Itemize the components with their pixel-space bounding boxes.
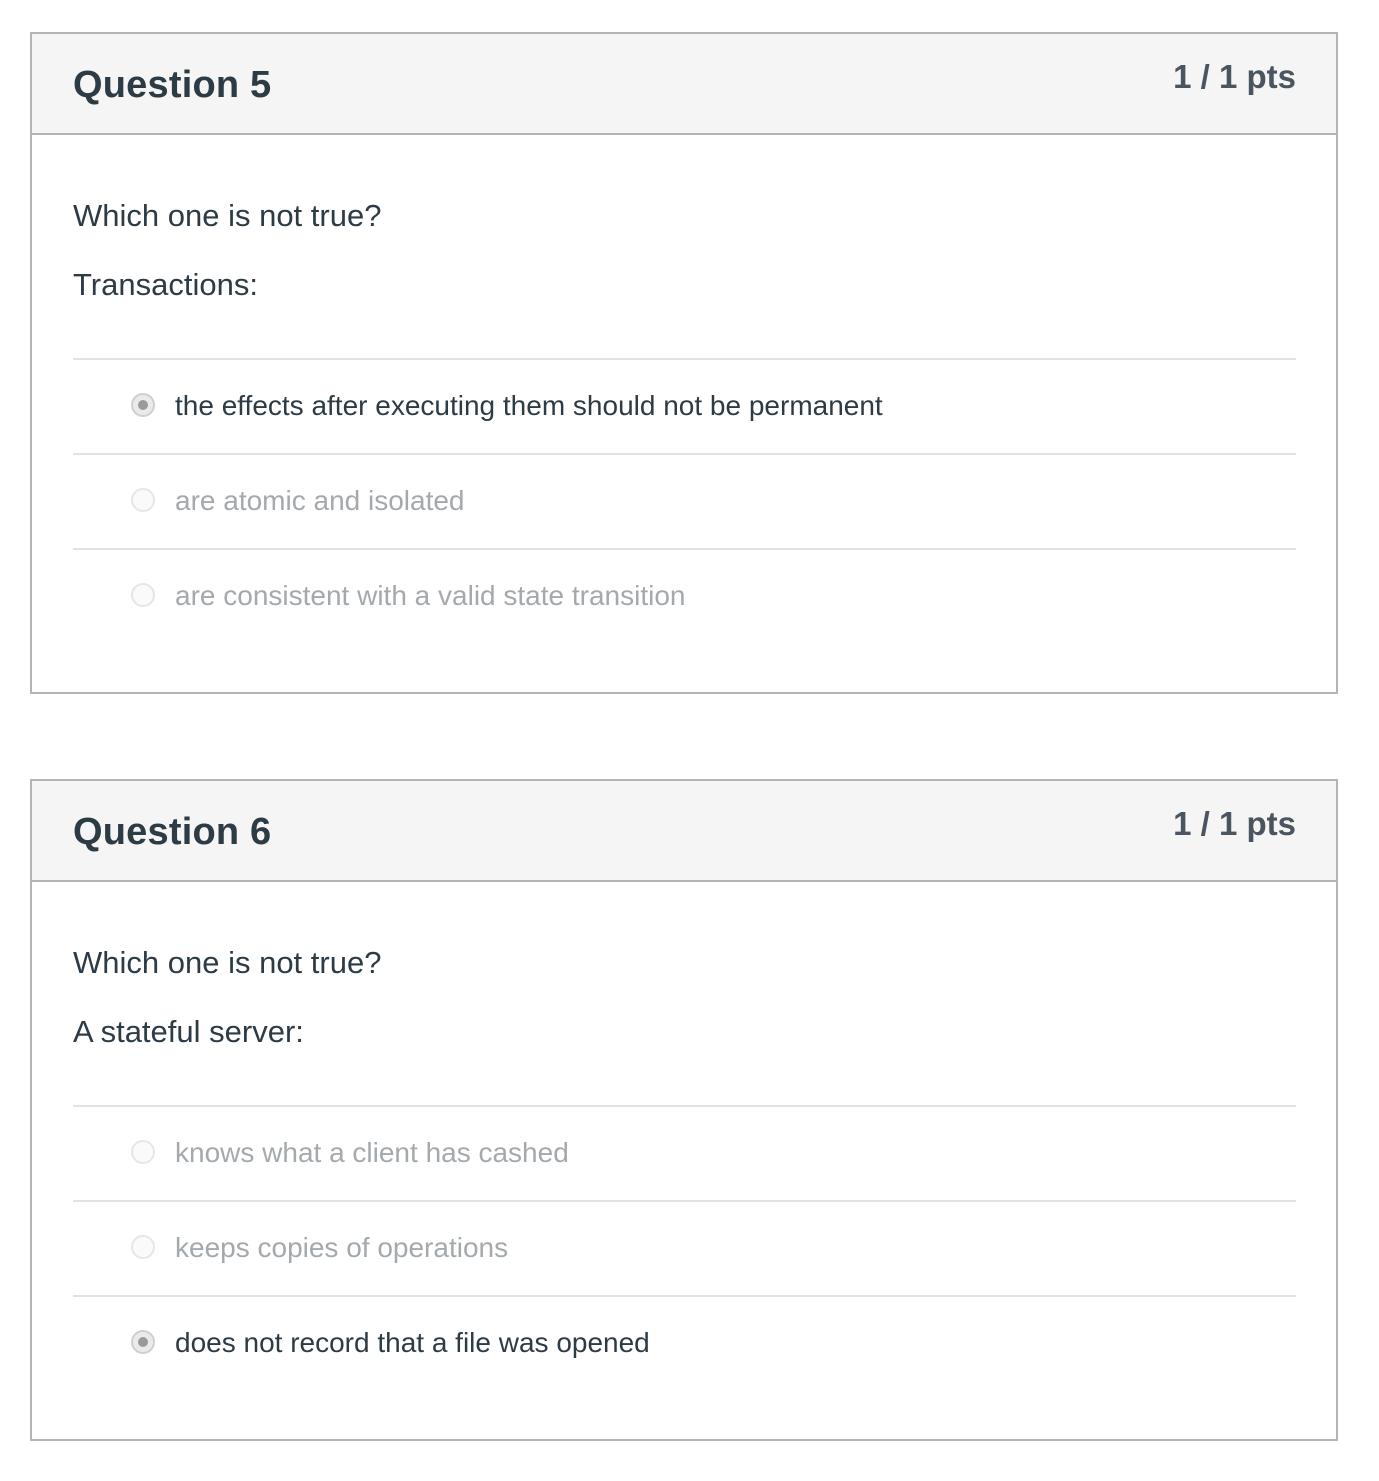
radio-button[interactable]: [131, 583, 155, 607]
question-body: Which one is not true? A stateful server…: [32, 882, 1336, 1392]
question-stem: Transactions:: [73, 267, 258, 302]
answer-option[interactable]: are atomic and isolated: [73, 455, 1296, 550]
answer-label: are consistent with a valid state transi…: [175, 580, 686, 611]
answer-option[interactable]: are consistent with a valid state transi…: [73, 550, 1296, 645]
answer-option[interactable]: knows what a client has cashed: [73, 1107, 1296, 1202]
answer-option[interactable]: keeps copies of operations: [73, 1202, 1296, 1297]
question-stem: A stateful server:: [73, 1014, 304, 1049]
answer-label: the effects after executing them should …: [175, 390, 883, 421]
answer-list: the effects after executing them should …: [73, 358, 1296, 645]
radio-button[interactable]: [131, 1235, 155, 1259]
radio-button-selected[interactable]: [131, 1330, 155, 1354]
answer-label: keeps copies of operations: [175, 1232, 509, 1263]
answer-option[interactable]: the effects after executing them should …: [73, 360, 1296, 455]
radio-button-selected[interactable]: [131, 393, 155, 417]
question-header: Question 5 1 / 1 pts: [32, 34, 1336, 135]
question-prompt: Which one is not true?: [73, 198, 382, 233]
answer-option[interactable]: does not record that a file was opened: [73, 1297, 1296, 1392]
radio-button[interactable]: [131, 1140, 155, 1164]
question-header: Question 6 1 / 1 pts: [32, 781, 1336, 882]
question-prompt: Which one is not true?: [73, 945, 382, 980]
question-body: Which one is not true? Transactions: the…: [32, 135, 1336, 645]
radio-button[interactable]: [131, 488, 155, 512]
answer-list: knows what a client has cashed keeps cop…: [73, 1105, 1296, 1392]
question-points: 1 / 1 pts: [1173, 805, 1296, 842]
question-points: 1 / 1 pts: [1173, 58, 1296, 95]
answer-label: does not record that a file was opened: [175, 1327, 650, 1358]
question-card: Question 6 1 / 1 pts Which one is not tr…: [30, 779, 1338, 1441]
answer-label: are atomic and isolated: [175, 485, 465, 516]
answer-label: knows what a client has cashed: [175, 1137, 569, 1168]
question-card: Question 5 1 / 1 pts Which one is not tr…: [30, 32, 1338, 694]
question-title: Question 6: [73, 811, 272, 853]
question-title: Question 5: [73, 64, 272, 106]
